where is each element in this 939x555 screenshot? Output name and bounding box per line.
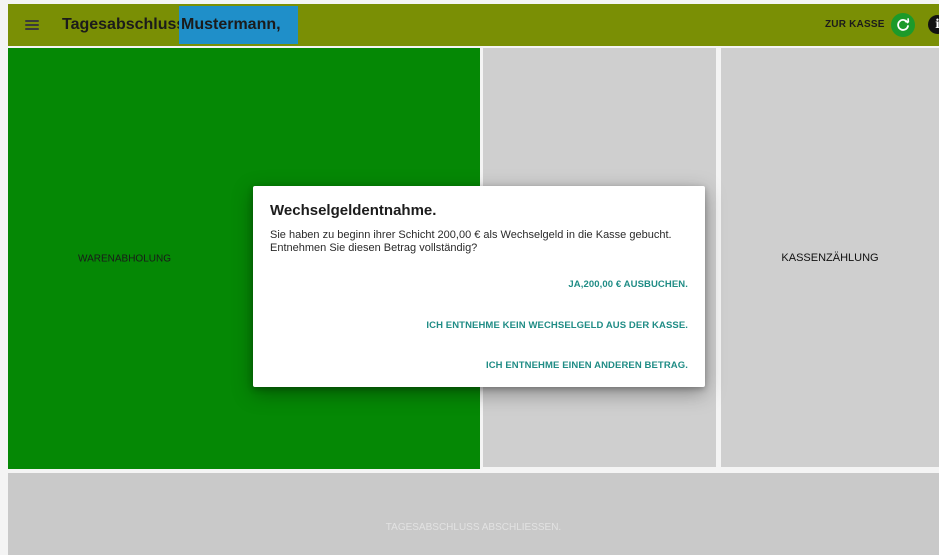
ja-ausbuchen-button[interactable]: JA,200,00 € AUSBUCHEN. (568, 279, 688, 290)
user-name-highlight: Mustermann, Max (179, 6, 298, 71)
page-title: Tagesabschluss (62, 16, 186, 33)
kassenzaehlung-label: KASSENZÄHLUNG (781, 251, 879, 264)
dialog-title: Wechselgeldentnahme. (270, 202, 437, 219)
tagesabschluss-abschliessen-button[interactable]: TAGESABSCHLUSS ABSCHLIESSEN. (8, 473, 939, 555)
info-icon[interactable]: i (928, 15, 939, 34)
menu-line (25, 20, 39, 22)
wechselgeld-dialog: Wechselgeldentnahme. Sie haben zu beginn… (253, 186, 705, 387)
kassenzaehlung-tile[interactable]: KASSENZÄHLUNG (721, 48, 939, 467)
anderer-betrag-button[interactable]: ICH ENTNEHME EINEN ANDEREN BETRAG. (486, 360, 688, 371)
tagesabschluss-abschliessen-label: TAGESABSCHLUSS ABSCHLIESSEN. (385, 522, 562, 533)
kein-wechselgeld-button[interactable]: ICH ENTNEHME KEIN WECHSELGELD AUS DER KA… (426, 320, 688, 331)
hamburger-menu-icon[interactable] (20, 12, 46, 38)
menu-line (25, 28, 39, 30)
app-screen: Tagesabschluss Mustermann, Max ZUR KASSE… (0, 0, 939, 555)
zur-kasse-button[interactable]: ZUR KASSE (825, 4, 885, 46)
info-glyph: i (935, 17, 939, 31)
refresh-icon[interactable] (891, 13, 915, 37)
app-bar: Tagesabschluss Mustermann, Max ZUR KASSE… (8, 4, 939, 71)
dialog-message: Sie haben zu beginn ihrer Schicht 200,00… (270, 229, 672, 254)
menu-line (25, 24, 39, 26)
